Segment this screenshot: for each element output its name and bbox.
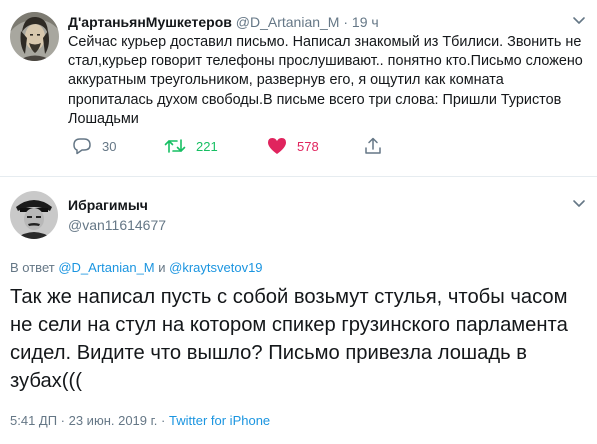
tweet-divider [0,176,597,177]
tweet-meta: 5:41 ДП · 23 июн. 2019 г. · Twitter for … [10,413,270,428]
reply-button[interactable]: 30 [72,137,116,155]
tweet-text: Сейчас курьер доставил письмо. Написал з… [68,34,583,127]
reply-count: 30 [102,138,117,154]
like-count: 578 [297,138,319,154]
reply-prefix: В ответ [10,260,55,275]
heart-icon [268,138,286,154]
separator-dot: · [343,14,349,30]
tweet-header: Д'артаньянМушкетеров @D_Artanian_M · 19 … [68,13,379,31]
chevron-down-icon [573,17,585,24]
user-handle[interactable]: @van11614677 [68,216,166,234]
tweet-menu-button[interactable] [572,196,586,210]
user-handle[interactable]: @D_Artanian_M [236,14,340,30]
reply-context: В ответ @D_Artanian_M и @kraytsvetov19 [10,260,263,275]
reply-icon [73,138,91,155]
tweet-time[interactable]: 19 ч [352,14,379,30]
retweet-count: 221 [196,138,218,154]
share-button[interactable] [364,137,382,155]
reply-and: и [158,260,166,275]
retweet-button[interactable]: 221 [164,137,218,155]
tweet-actions: 30 221 578 [68,137,398,159]
like-button[interactable]: 578 [267,137,319,155]
separator-dot: · [161,413,166,428]
tweet-timestamp[interactable]: 5:41 ДП · 23 июн. 2019 г. [10,413,157,428]
tweet-menu-button[interactable] [572,13,586,27]
share-icon [365,137,381,154]
tweet-source-link[interactable]: Twitter for iPhone [169,413,270,428]
display-name[interactable]: Д'артаньянМушкетеров [68,14,232,30]
mention-link[interactable]: @D_Artanian_M [58,260,154,275]
avatar[interactable] [10,12,59,61]
parent-tweet: Д'артаньянМушкетеров @D_Artanian_M · 19 … [0,0,597,174]
avatar[interactable] [10,191,58,239]
avatar-image [10,191,58,239]
tweet-text: Так же написал пусть с собой возьмут сту… [10,286,568,392]
display-name[interactable]: Ибрагимыч [68,196,148,214]
avatar-image [10,12,59,61]
chevron-down-icon [573,200,585,207]
retweet-icon [164,139,186,153]
mention-link[interactable]: @kraytsvetov19 [169,260,262,275]
